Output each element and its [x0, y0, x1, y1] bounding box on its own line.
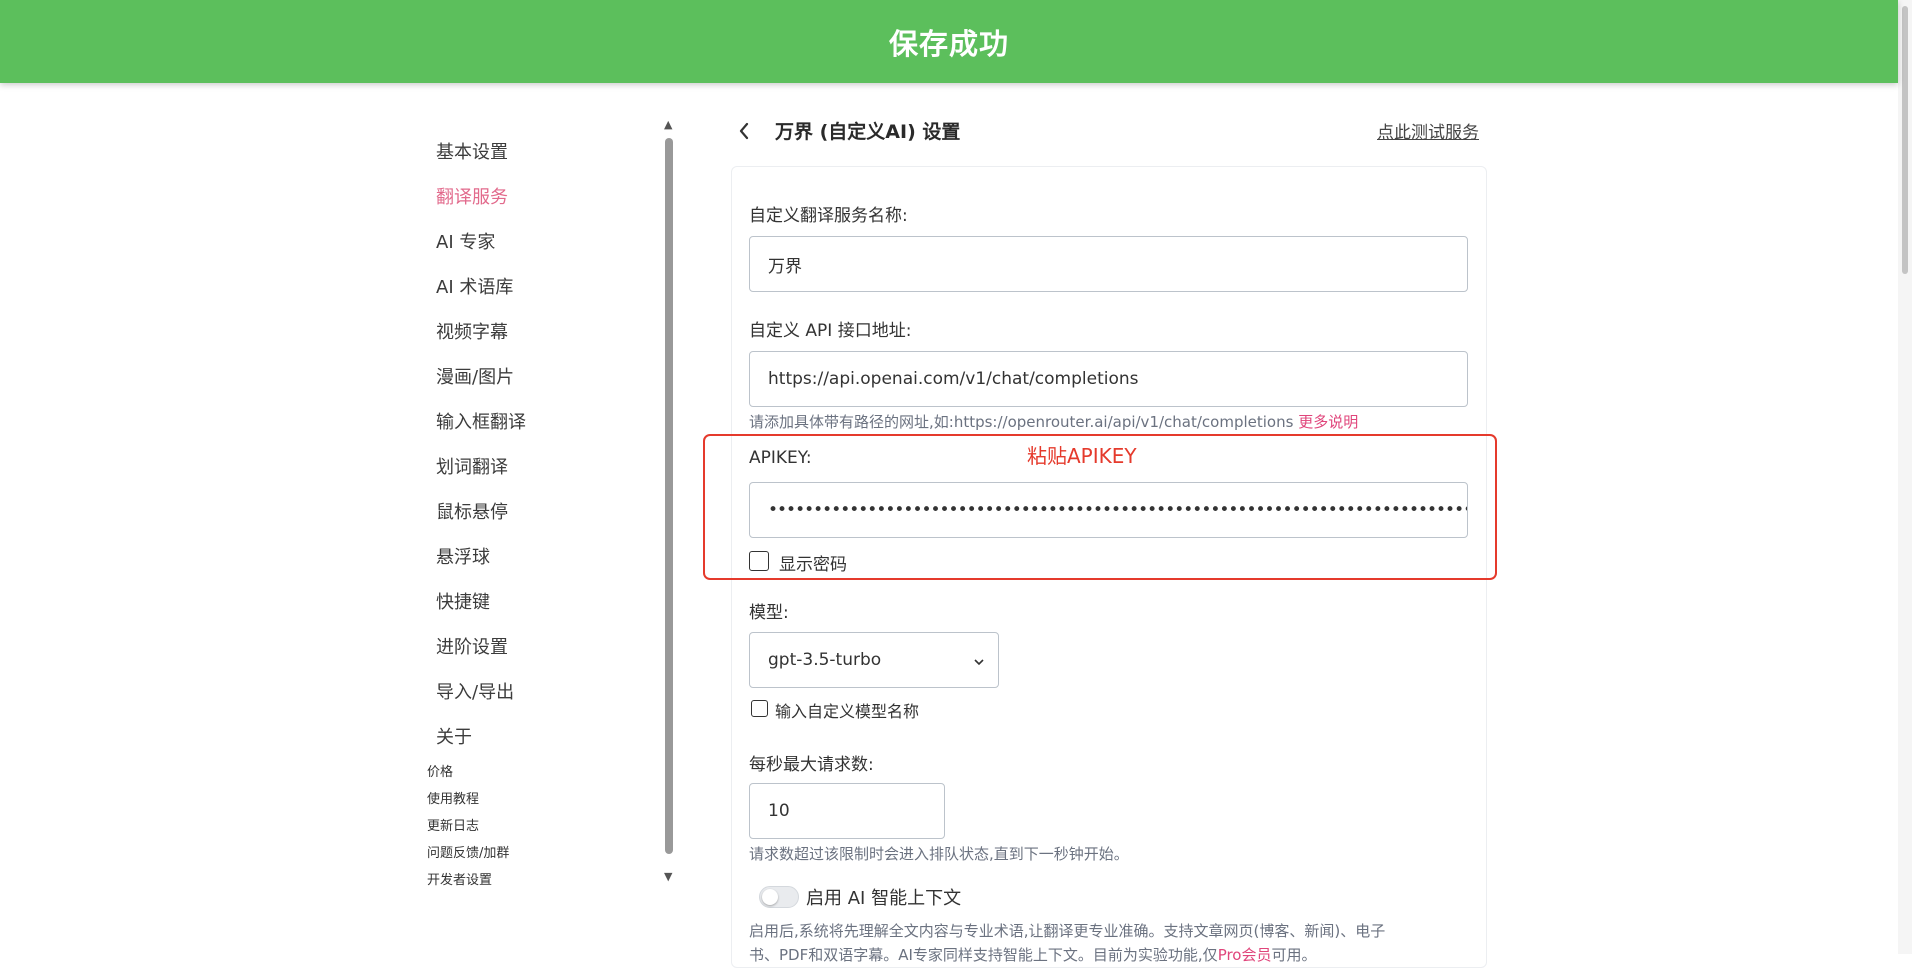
sidebar-item-video-subtitles[interactable]: 视频字幕 — [436, 318, 508, 344]
ai-context-desc-line1: 启用后,系统将先理解全文内容与专业术语,让翻译更专业准确。支持文章网页(博客、新… — [749, 922, 1386, 940]
model-label: 模型: — [749, 603, 789, 623]
ai-context-toggle[interactable] — [759, 886, 799, 908]
service-name-value: 万界 — [768, 256, 802, 277]
sidebar-link-feedback[interactable]: 问题反馈/加群 — [427, 842, 509, 861]
model-selected-value: gpt-3.5-turbo — [768, 650, 882, 670]
apikey-masked-value: ••••••••••••••••••••••••••••••••••••••••… — [768, 500, 1468, 520]
sidebar-link-changelog[interactable]: 更新日志 — [427, 815, 479, 834]
settings-sidebar: 基本设置 翻译服务 AI 专家 AI 术语库 视频字幕 漫画/图片 输入框翻译 … — [418, 118, 674, 890]
custom-model-checkbox[interactable] — [751, 700, 768, 717]
paste-apikey-annotation: 粘贴APIKEY — [1027, 444, 1137, 468]
sidebar-item-ai-glossary[interactable]: AI 术语库 — [436, 273, 513, 299]
toggle-knob — [762, 889, 778, 905]
scroll-down-arrow-icon[interactable]: ▼ — [664, 870, 672, 883]
chevron-down-icon — [974, 659, 984, 666]
pro-member-link[interactable]: Pro会员 — [1218, 946, 1272, 964]
api-url-hint-text: 请添加具体带有路径的网址,如:https://openrouter.ai/api… — [749, 413, 1294, 431]
back-chevron-icon[interactable] — [732, 118, 756, 144]
sidebar-item-input-translation[interactable]: 输入框翻译 — [436, 408, 526, 434]
sidebar-item-ai-expert[interactable]: AI 专家 — [436, 228, 495, 254]
page-scrollbar-thumb[interactable] — [1902, 6, 1908, 274]
service-name-label: 自定义翻译服务名称: — [749, 206, 908, 226]
api-url-hint: 请添加具体带有路径的网址,如:https://openrouter.ai/api… — [749, 411, 1358, 432]
page-scrollbar[interactable] — [1898, 0, 1912, 954]
sidebar-link-pricing[interactable]: 价格 — [427, 761, 453, 780]
sidebar-scrollbar-thumb[interactable] — [665, 138, 673, 854]
apikey-label: APIKEY: — [749, 448, 812, 468]
toast-message: 保存成功 — [888, 26, 1009, 61]
ai-context-desc-line2: 书、PDF和双语字幕。AI专家同样支持智能上下文。目前为实验功能,仅 — [749, 946, 1218, 964]
test-service-link[interactable]: 点此测试服务 — [1377, 118, 1479, 143]
more-info-link[interactable]: 更多说明 — [1298, 413, 1358, 431]
sidebar-item-translation-service[interactable]: 翻译服务 — [436, 183, 508, 209]
model-select[interactable]: gpt-3.5-turbo — [749, 632, 999, 688]
page-title: 万界 (自定义AI) 设置 — [775, 121, 961, 143]
sidebar-item-advanced-settings[interactable]: 进阶设置 — [436, 633, 508, 659]
ai-context-description: 启用后,系统将先理解全文内容与专业术语,让翻译更专业准确。支持文章网页(博客、新… — [749, 919, 1469, 967]
sidebar-link-developer-settings[interactable]: 开发者设置 — [427, 869, 492, 888]
save-success-toast: 保存成功 — [0, 0, 1898, 83]
max-requests-input[interactable]: 10 — [749, 783, 945, 839]
max-requests-label: 每秒最大请求数: — [749, 755, 874, 775]
api-url-input[interactable]: https://api.openai.com/v1/chat/completio… — [749, 351, 1468, 407]
sidebar-item-shortcuts[interactable]: 快捷键 — [436, 588, 490, 614]
api-url-value: https://api.openai.com/v1/chat/completio… — [768, 369, 1139, 389]
max-requests-value: 10 — [768, 801, 790, 821]
sidebar-item-import-export[interactable]: 导入/导出 — [436, 678, 514, 704]
sidebar-link-tutorial[interactable]: 使用教程 — [427, 788, 479, 807]
apikey-input[interactable]: ••••••••••••••••••••••••••••••••••••••••… — [749, 482, 1468, 538]
api-url-label: 自定义 API 接口地址: — [749, 321, 912, 341]
sidebar-item-floating-ball[interactable]: 悬浮球 — [436, 543, 490, 569]
sidebar-item-comics-images[interactable]: 漫画/图片 — [436, 363, 514, 389]
show-password-checkbox[interactable] — [749, 551, 769, 571]
sidebar-item-basic-settings[interactable]: 基本设置 — [436, 138, 508, 164]
sidebar-scrollbar[interactable]: ▲ ▼ — [662, 118, 676, 890]
max-requests-hint: 请求数超过该限制时会进入排队状态,直到下一秒钟开始。 — [749, 845, 1129, 863]
service-name-input[interactable]: 万界 — [749, 236, 1468, 292]
sidebar-item-about[interactable]: 关于 — [436, 723, 472, 749]
ai-context-label: 启用 AI 智能上下文 — [806, 888, 962, 909]
show-password-label[interactable]: 显示密码 — [779, 550, 847, 575]
scroll-up-arrow-icon[interactable]: ▲ — [664, 118, 672, 131]
sidebar-item-selection-translation[interactable]: 划词翻译 — [436, 453, 508, 479]
ai-context-desc-tail: 可用。 — [1271, 946, 1317, 964]
custom-model-label[interactable]: 输入自定义模型名称 — [775, 698, 919, 722]
sidebar-item-mouse-hover[interactable]: 鼠标悬停 — [436, 498, 508, 524]
